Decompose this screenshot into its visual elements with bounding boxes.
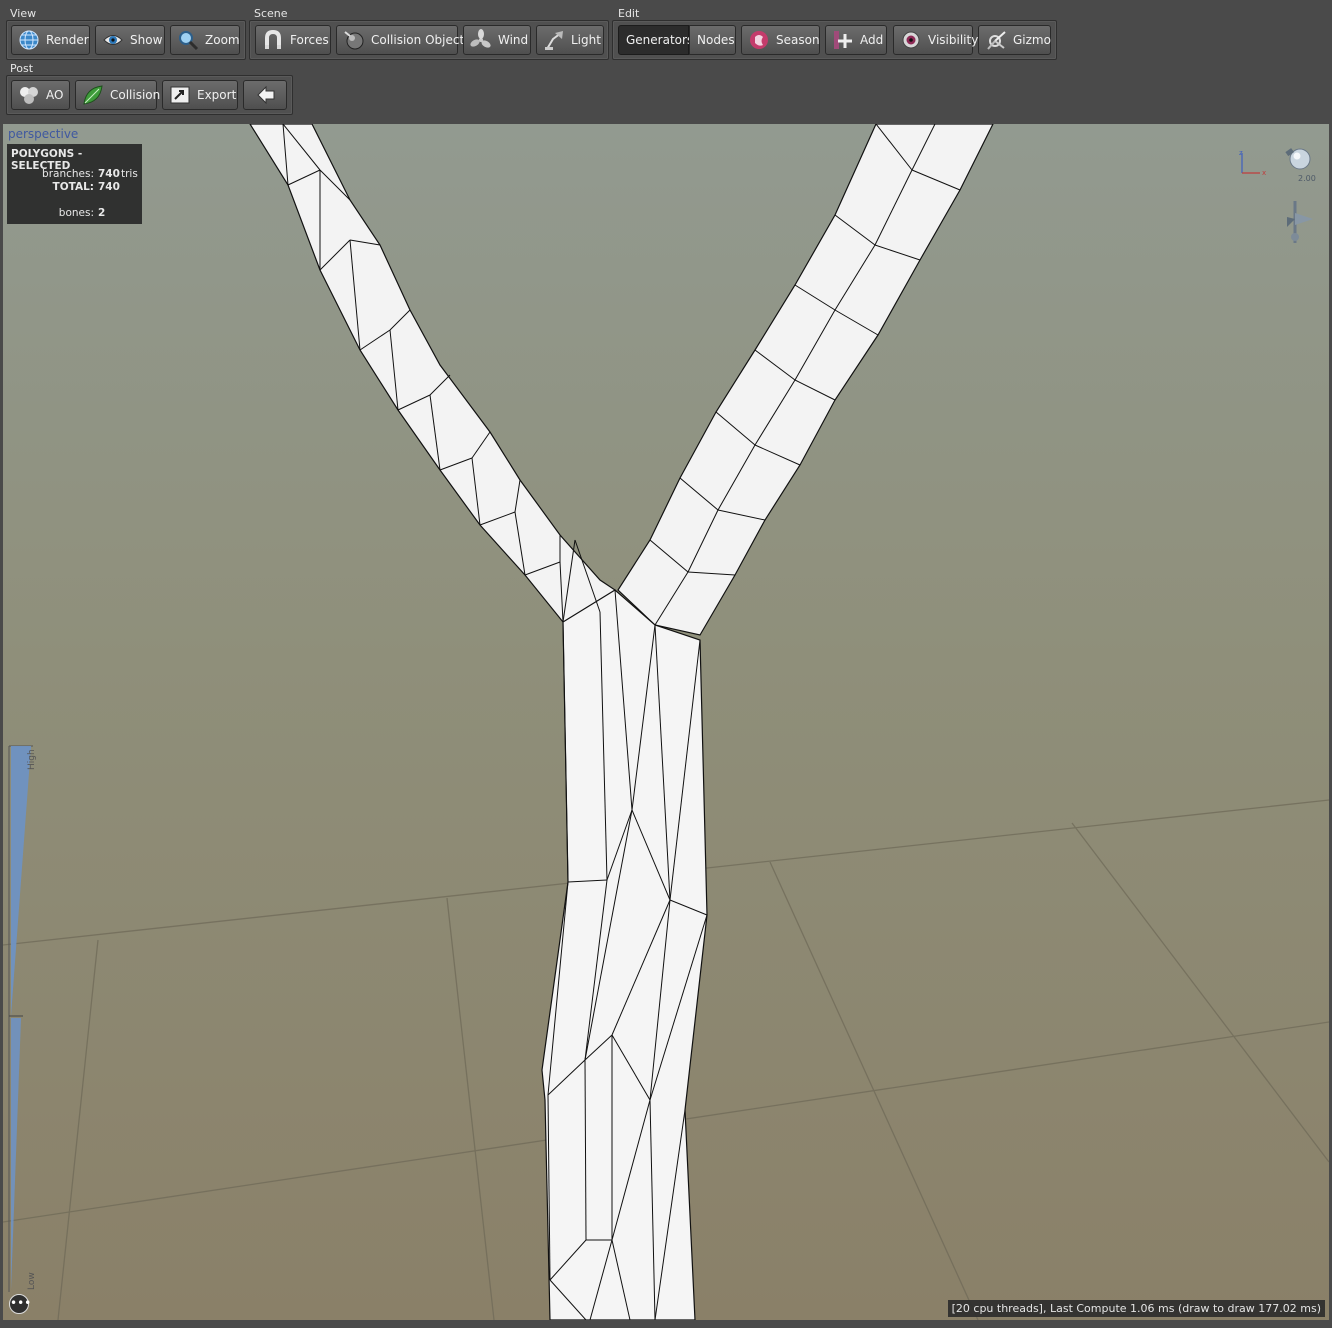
- season-button-label: Season: [776, 33, 820, 47]
- export-button-label: Export: [197, 88, 237, 102]
- render-button-label: Render: [46, 33, 89, 47]
- generators-tab-label: Generators: [626, 33, 694, 47]
- scene-group-title: Scene: [254, 7, 288, 20]
- stats-bones-label: bones:: [58, 207, 94, 219]
- globe-icon: [19, 30, 39, 50]
- post-group-title: Post: [10, 62, 34, 75]
- season-button[interactable]: Season: [741, 25, 820, 55]
- lod-scale-high-label: High: [27, 749, 37, 770]
- speedtree-window: View Render Show Zoom Scene Forces Colli…: [0, 0, 1332, 1328]
- collision-button[interactable]: Collision: [75, 80, 161, 110]
- gizmo-button[interactable]: Gizmo: [978, 25, 1051, 55]
- lamp-icon: [545, 31, 563, 50]
- stats-branches-unit: tris: [121, 168, 138, 180]
- stats-total-label: TOTAL:: [52, 181, 94, 193]
- edit-group-title: Edit: [618, 7, 640, 20]
- ao-icon: [20, 87, 38, 104]
- lod-scale-low-label: Low: [27, 1272, 37, 1290]
- show-button-label: Show: [130, 33, 163, 47]
- export-button[interactable]: Export: [162, 80, 238, 110]
- gizmo-icon: [987, 31, 1006, 50]
- add-button-label: Add: [860, 33, 884, 47]
- add-icon: [834, 31, 852, 49]
- eye-icon: [103, 35, 123, 45]
- camera-label: perspective: [8, 127, 79, 141]
- back-button[interactable]: [243, 80, 287, 110]
- forces-button-label: Forces: [290, 33, 329, 47]
- render-button[interactable]: Render: [11, 25, 90, 55]
- back-arrow-icon: [257, 85, 275, 105]
- season-icon: [750, 31, 768, 49]
- stats-branches-value: 740: [98, 168, 120, 180]
- light-button-label: Light: [571, 33, 601, 47]
- light-button[interactable]: Light: [536, 25, 604, 55]
- light-value: 2.00: [1298, 174, 1316, 183]
- svg-text:z: z: [1239, 149, 1243, 157]
- collision-objects-button-label: Collision Objects: [371, 33, 471, 47]
- zoom-button[interactable]: Zoom: [170, 25, 240, 55]
- polygon-stats-panel: POLYGONS - SELECTED branches: 740 tris T…: [7, 144, 142, 224]
- leaf-icon: [83, 85, 103, 105]
- view-group-title: View: [10, 7, 37, 20]
- svg-text:x: x: [1262, 169, 1266, 177]
- stats-branches-label: branches:: [42, 168, 94, 180]
- wind-button[interactable]: Wind: [463, 25, 531, 55]
- generators-tab[interactable]: Generators: [618, 25, 693, 55]
- axis-gizmo-icon: z x: [1239, 149, 1266, 177]
- show-button[interactable]: Show: [95, 25, 165, 55]
- collision-objects-button[interactable]: Collision Objects: [336, 25, 470, 55]
- forces-button[interactable]: Forces: [255, 25, 331, 55]
- collision-button-label: Collision: [110, 88, 161, 102]
- ao-button-label: AO: [46, 88, 64, 102]
- zoom-button-label: Zoom: [205, 33, 240, 47]
- stats-total-value: 740: [98, 181, 120, 193]
- light-control[interactable]: 2.00: [1282, 144, 1318, 186]
- add-button[interactable]: Add: [825, 25, 887, 55]
- wind-button-label: Wind: [498, 33, 529, 47]
- export-icon: [170, 86, 190, 104]
- branch-mesh[interactable]: [249, 124, 994, 1320]
- compute-status-bar: [20 cpu threads], Last Compute 1.06 ms (…: [947, 1300, 1325, 1317]
- stats-bones-value: 2: [98, 207, 106, 219]
- light-bulb-icon: [1285, 148, 1311, 170]
- scene-canvas[interactable]: [3, 124, 1329, 1320]
- fan-icon: [470, 29, 491, 48]
- magnet-icon: [265, 29, 281, 49]
- sphere-icon: [344, 31, 364, 50]
- visibility-button-label: Visibility: [928, 33, 979, 47]
- lod-scale[interactable]: [5, 742, 35, 1302]
- wind-gizmo-icon[interactable]: [1283, 199, 1317, 245]
- visibility-icon: [902, 31, 920, 49]
- more-options-button[interactable]: •••: [9, 1294, 31, 1314]
- nodes-tab-label: Nodes: [697, 33, 735, 47]
- ao-button[interactable]: AO: [11, 80, 70, 110]
- 3d-viewport[interactable]: perspective POLYGONS - SELECTED branches…: [3, 124, 1329, 1320]
- magnifier-icon: [179, 31, 199, 51]
- nodes-tab[interactable]: Nodes: [689, 25, 736, 55]
- visibility-button[interactable]: Visibility: [893, 25, 978, 55]
- gizmo-button-label: Gizmo: [1013, 33, 1051, 47]
